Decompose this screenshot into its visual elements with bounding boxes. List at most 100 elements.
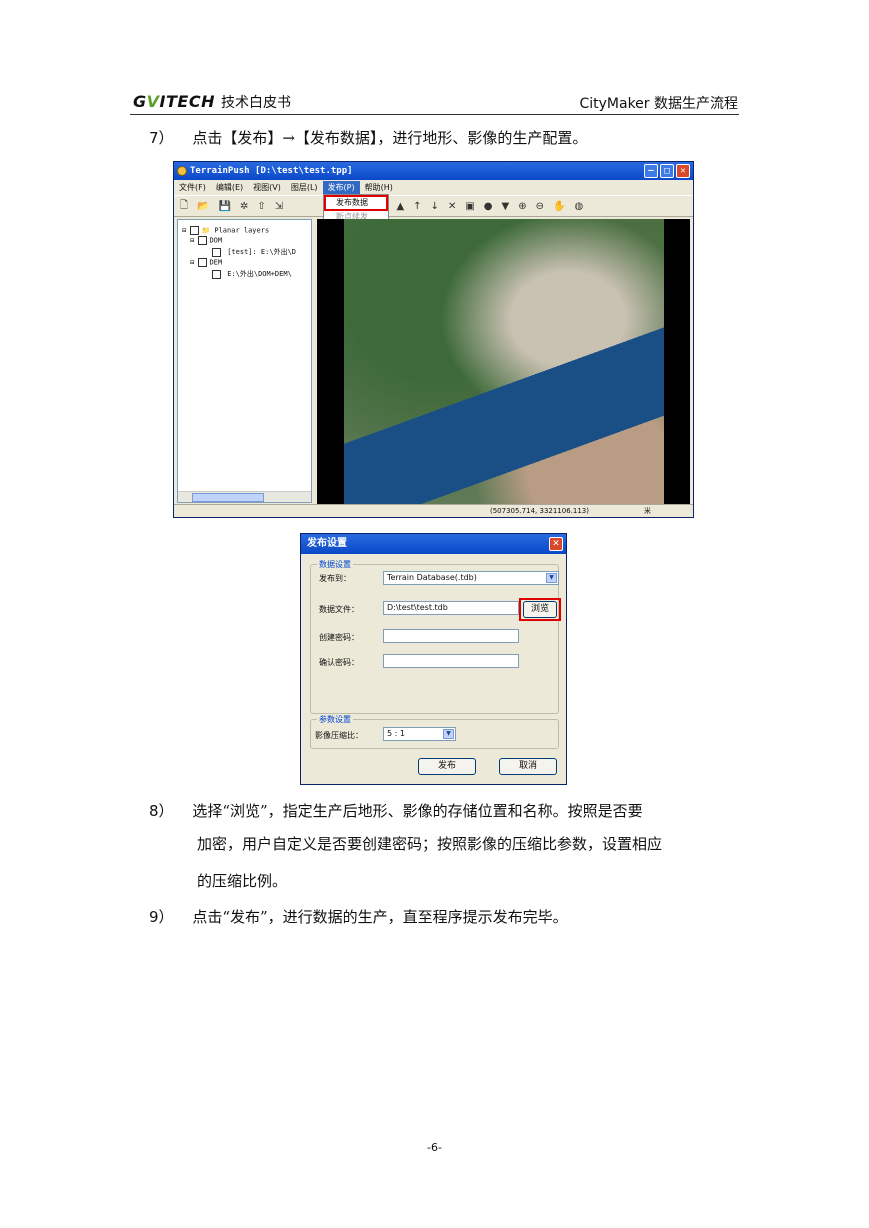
menu-bar: 文件(F) 编辑(E) 视图(V) 图层(L) 发布(P) 帮助(H) <box>174 181 693 194</box>
move-up-icon[interactable]: ↑ <box>413 201 421 212</box>
scrollbar-thumb[interactable] <box>192 493 264 502</box>
tree-label: Planar layers <box>214 226 270 235</box>
step-text-line-1: 选择“浏览”，指定生产后地形、影像的存储位置和名称。按照是否要 <box>192 802 643 820</box>
triangle-icon[interactable]: ▲ <box>396 201 404 212</box>
header-subtitle: 技术白皮书 <box>220 95 291 111</box>
globe-icon[interactable]: ◍ <box>574 201 583 212</box>
step-7: 7） 点击【发布】→【发布数据】，进行地形、影像的生产配置。 <box>149 123 587 153</box>
new-icon[interactable]: 🗋 <box>180 198 188 215</box>
publish-settings-dialog: 发布设置 ✕ 数据设置 发布到： Terrain Database(.tdb) … <box>300 533 567 785</box>
checkbox[interactable] <box>212 269 221 279</box>
tree-label: DOM <box>209 236 223 245</box>
tree-label: [test]: E:\外出\D <box>227 248 297 256</box>
menu-view[interactable]: 视图(V) <box>248 181 286 194</box>
step-text: 点击【发布】→【发布数据】，进行地形、影像的生产配置。 <box>192 129 588 147</box>
move-down-icon[interactable]: ↓ <box>431 201 439 212</box>
tree-root[interactable]: ⊟ 📁 Planar layers <box>182 226 269 235</box>
menu-item-publish-data[interactable]: 发布数据 <box>324 195 388 211</box>
select-value: Terrain Database(.tdb) <box>387 573 477 582</box>
logo-letters: ITECH <box>159 92 215 111</box>
compress-ratio-label: 影像压缩比： <box>315 731 363 740</box>
filter-icon[interactable]: ▼ <box>502 201 510 212</box>
publish-to-label: 发布到： <box>319 574 351 583</box>
create-password-label: 创建密码： <box>319 633 359 642</box>
folder-icon: 📁 <box>201 226 211 235</box>
checkbox[interactable] <box>198 236 208 245</box>
satellite-image <box>344 219 664 504</box>
status-coordinates: (507305.714, 3321106.113) <box>490 507 589 515</box>
grid-icon[interactable]: ▣ <box>465 201 474 212</box>
tree-dom[interactable]: ⊟ DOM <box>190 236 222 245</box>
step-text-line-2: 加密，用户自定义是否要创建密码；按照影像的压缩比参数，设置相应 <box>197 835 663 853</box>
layer-tree-panel: ⊟ 📁 Planar layers ⊟ DOM [test]: E:\外出\D … <box>177 219 312 503</box>
page-number: -6- <box>427 1141 442 1154</box>
step-text: 点击“发布”，进行数据的生产，直至程序提示发布完毕。 <box>192 908 568 926</box>
toolbar: 🗋 📂 💾 ✲ ⇧ ⇲ ▦ ⌇ ▲ ↑ ↓ ✕ ▣ ● ▼ ⊕ ⊖ ✋ ◍ <box>174 195 693 217</box>
publish-button[interactable]: 发布 <box>418 758 476 775</box>
header-divider <box>130 114 739 115</box>
step-text-line-3: 的压缩比例。 <box>197 872 288 890</box>
create-password-input[interactable] <box>383 629 519 643</box>
pan-hand-icon[interactable]: ✋ <box>553 201 565 212</box>
chevron-down-icon[interactable]: ▼ <box>546 573 557 583</box>
publish-to-select[interactable]: Terrain Database(.tdb) ▼ <box>383 571 559 585</box>
close-icon[interactable]: ✕ <box>676 164 690 178</box>
tree-dem[interactable]: ⊟ DEM <box>190 258 222 267</box>
publish-menu-dropdown: 发布数据 断点续发 <box>323 194 389 222</box>
group-label: 参数设置 <box>317 714 353 725</box>
checkbox[interactable] <box>190 226 200 235</box>
step-number: 9） <box>149 908 174 926</box>
confirm-password-label: 确认密码： <box>319 658 359 667</box>
terrainpush-window: TerrainPush [D:\test\test.tpp] – □ ✕ 文件(… <box>173 161 694 518</box>
cancel-button[interactable]: 取消 <box>499 758 557 775</box>
save-icon[interactable]: 💾 <box>219 201 231 212</box>
info-icon[interactable]: ● <box>484 201 493 212</box>
menu-help[interactable]: 帮助(H) <box>360 181 398 194</box>
minimize-icon[interactable]: – <box>644 164 658 178</box>
step-number: 7） <box>149 129 174 147</box>
step-number: 8） <box>149 802 174 820</box>
open-icon[interactable]: 📂 <box>197 201 209 212</box>
settings-icon[interactable]: ✲ <box>240 201 248 212</box>
step-9: 9） 点击“发布”，进行数据的生产，直至程序提示发布完毕。 <box>149 902 568 932</box>
status-unit: 米 <box>644 507 651 515</box>
zoom-in-icon[interactable]: ⊕ <box>518 201 526 212</box>
highlight-box <box>519 598 561 621</box>
upload-icon[interactable]: ⇧ <box>257 201 265 212</box>
status-bar: (507305.714, 3321106.113) 米 <box>174 504 693 517</box>
menu-file[interactable]: 文件(F) <box>174 181 211 194</box>
tree-label: DEM <box>209 258 223 267</box>
tree-label: E:\外出\DOM+DEM\ <box>227 270 292 278</box>
menu-edit[interactable]: 编辑(E) <box>211 181 248 194</box>
tree-dom-item[interactable]: [test]: E:\外出\D <box>212 247 296 257</box>
checkbox[interactable] <box>198 258 208 267</box>
logo-letter-v: V <box>146 92 160 111</box>
expand-icon[interactable]: ⊟ <box>190 237 194 245</box>
compress-ratio-select[interactable]: 5 : 1 ▼ <box>383 727 456 741</box>
close-icon[interactable]: ✕ <box>549 537 563 551</box>
expand-icon[interactable]: ⊟ <box>182 227 186 235</box>
delete-icon[interactable]: ✕ <box>448 201 456 212</box>
data-file-label: 数据文件： <box>319 605 359 614</box>
select-value: 5 : 1 <box>387 729 405 738</box>
menu-layer[interactable]: 图层(L) <box>286 181 323 194</box>
export-icon[interactable]: ⇲ <box>275 201 283 212</box>
app-icon <box>177 166 187 176</box>
map-viewport[interactable] <box>317 219 690 504</box>
menu-publish[interactable]: 发布(P) <box>322 181 360 194</box>
maximize-icon[interactable]: □ <box>660 164 674 178</box>
confirm-password-input[interactable] <box>383 654 519 668</box>
horizontal-scrollbar[interactable] <box>178 491 311 502</box>
step-8: 8） 选择“浏览”，指定生产后地形、影像的存储位置和名称。按照是否要 <box>149 796 643 826</box>
data-file-input[interactable]: D:\test\test.tdb <box>383 601 519 615</box>
expand-icon[interactable]: ⊟ <box>190 259 194 267</box>
window-titlebar: TerrainPush [D:\test\test.tpp] – □ ✕ <box>174 162 693 180</box>
zoom-out-icon[interactable]: ⊖ <box>536 201 544 212</box>
header-doc-title: CityMaker 数据生产流程 <box>579 96 738 112</box>
checkbox[interactable] <box>212 247 221 257</box>
tree-dem-item[interactable]: E:\外出\DOM+DEM\ <box>212 269 292 279</box>
dialog-title: 发布设置 <box>301 534 566 554</box>
chevron-down-icon[interactable]: ▼ <box>443 729 454 739</box>
company-logo: GVITECH 技术白皮书 <box>133 92 291 112</box>
logo-letter-g: G <box>133 92 147 111</box>
